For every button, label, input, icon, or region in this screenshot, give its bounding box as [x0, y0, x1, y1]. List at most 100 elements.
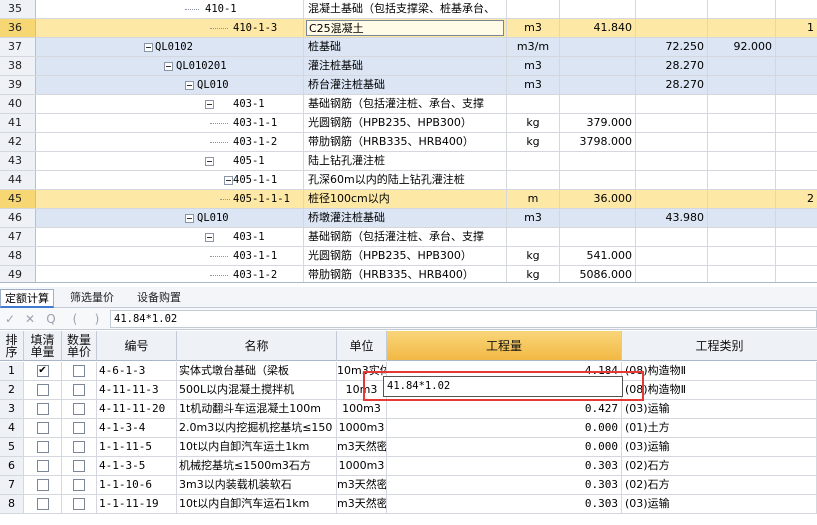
row-number[interactable]: 2 — [0, 381, 24, 399]
row-number[interactable]: 39 — [0, 76, 36, 94]
row-number[interactable]: 3 — [0, 400, 24, 418]
tree-row[interactable]: 40 403-1 基础钢筋（包括灌注桩、承台、支撑 — [0, 95, 817, 114]
item-name-cell[interactable]: 桩径100cm以内 — [304, 190, 507, 208]
fill-list-checkbox-cell[interactable]: ✔ — [24, 362, 62, 380]
row-number[interactable]: 41 — [0, 114, 36, 132]
item-name-cell[interactable]: 带肋钢筋（HRB335、HRB400） — [304, 266, 507, 282]
item-value-3[interactable] — [776, 0, 817, 18]
quota-row[interactable]: 8 1-1-11-19 10t以内自卸汽车运石1km m3天然密 0.303 (03)运输 — [0, 495, 817, 514]
item-name-cell[interactable]: 灌注桩基础 — [304, 57, 507, 75]
fill-list-checkbox[interactable] — [36, 422, 49, 434]
tree-row[interactable]: 43 405-1 陆上钻孔灌注桩 — [0, 152, 817, 171]
item-unit[interactable]: kg — [507, 114, 560, 132]
quota-code[interactable]: 4-11-11-3 — [97, 381, 177, 399]
item-value-2[interactable] — [708, 95, 776, 113]
item-code-cell[interactable]: QL010 — [36, 209, 304, 227]
cancel-icon[interactable]: ✕ — [22, 311, 38, 327]
item-name-cell[interactable]: 光圆钢筋（HPB235、HPB300） — [304, 114, 507, 132]
quota-code[interactable]: 1-1-11-19 — [97, 495, 177, 513]
item-value-1[interactable] — [636, 133, 708, 151]
row-number[interactable]: 46 — [0, 209, 36, 227]
fill-list-checkbox[interactable] — [36, 498, 49, 510]
header-fill-list-qty[interactable]: 填清单量 — [24, 331, 62, 361]
item-value-3[interactable] — [776, 247, 817, 265]
item-quantity[interactable] — [560, 0, 636, 18]
tree-row[interactable]: 49 403-1-2 带肋钢筋（HRB335、HRB400） kg 5086.000 — [0, 266, 817, 282]
fill-list-checkbox-cell[interactable] — [24, 476, 62, 494]
item-code-cell[interactable]: 403-1-2 — [36, 133, 304, 151]
tree-row[interactable]: 46 QL010 桥墩灌注桩基础 m3 43.980 — [0, 209, 817, 228]
item-code-cell[interactable]: 403-1-2 — [36, 266, 304, 282]
item-value-1[interactable] — [636, 114, 708, 132]
qty-price-checkbox-cell[interactable] — [62, 419, 97, 437]
item-value-1[interactable] — [636, 19, 708, 37]
tab-filter-price[interactable]: 筛选量价 — [66, 289, 118, 308]
quota-name[interactable]: 10t以内自卸汽车运土1km — [177, 438, 337, 456]
item-code-cell[interactable]: 403-1-1 — [36, 114, 304, 132]
item-name-cell[interactable]: 孔深60m以内的陆上钻孔灌注桩 — [304, 171, 507, 189]
row-number[interactable]: 36 — [0, 19, 36, 37]
item-value-3[interactable] — [776, 266, 817, 282]
item-value-1[interactable]: 43.980 — [636, 209, 708, 227]
item-value-1[interactable] — [636, 0, 708, 18]
row-number[interactable]: 42 — [0, 133, 36, 151]
fill-list-checkbox[interactable] — [36, 441, 49, 453]
item-quantity[interactable]: 379.000 — [560, 114, 636, 132]
item-name-cell[interactable]: 带肋钢筋（HRB335、HRB400） — [304, 133, 507, 151]
item-unit[interactable]: m3/m — [507, 38, 560, 56]
item-quantity[interactable]: 5086.000 — [560, 266, 636, 282]
quota-unit[interactable]: 1000m3 — [337, 457, 387, 475]
row-number[interactable]: 5 — [0, 438, 24, 456]
tree-row[interactable]: 47 403-1 基础钢筋（包括灌注桩、承台、支撑 — [0, 228, 817, 247]
row-number[interactable]: 7 — [0, 476, 24, 494]
qty-price-checkbox-cell[interactable] — [62, 457, 97, 475]
item-value-2[interactable] — [708, 76, 776, 94]
fill-list-checkbox-cell[interactable] — [24, 400, 62, 418]
item-unit[interactable] — [507, 171, 560, 189]
quota-name[interactable]: 1t机动翻斗车运混凝土100m — [177, 400, 337, 418]
item-code-cell[interactable]: QL010 — [36, 76, 304, 94]
qty-price-checkbox[interactable] — [73, 460, 85, 472]
item-code-cell[interactable]: 405-1-1 — [36, 171, 304, 189]
row-number[interactable]: 1 — [0, 362, 24, 380]
row-number[interactable]: 44 — [0, 171, 36, 189]
qty-price-checkbox-cell[interactable] — [62, 362, 97, 380]
quota-unit[interactable]: m3天然密 — [337, 476, 387, 494]
item-name-cell[interactable]: 光圆钢筋（HPB235、HPB300） — [304, 247, 507, 265]
name-cell-editor[interactable]: C25混凝土 — [306, 20, 504, 36]
item-quantity[interactable] — [560, 76, 636, 94]
quota-code[interactable]: 4-6-1-3 — [97, 362, 177, 380]
open-paren-icon[interactable]: ( — [67, 311, 83, 327]
item-code-cell[interactable]: 403-1-1 — [36, 247, 304, 265]
item-value-1[interactable]: 72.250 — [636, 38, 708, 56]
item-value-2[interactable]: 92.000 — [708, 38, 776, 56]
row-number[interactable]: 43 — [0, 152, 36, 170]
item-value-2[interactable] — [708, 19, 776, 37]
row-number[interactable]: 47 — [0, 228, 36, 246]
item-value-3[interactable] — [776, 114, 817, 132]
tree-row[interactable]: 44 405-1-1 孔深60m以内的陆上钻孔灌注桩 — [0, 171, 817, 190]
item-quantity[interactable] — [560, 209, 636, 227]
qty-price-checkbox-cell[interactable] — [62, 438, 97, 456]
item-value-1[interactable]: 28.270 — [636, 76, 708, 94]
item-quantity[interactable] — [560, 152, 636, 170]
quota-work-type[interactable]: (01)土方 — [622, 419, 817, 437]
quota-row[interactable]: 5 1-1-11-5 10t以内自卸汽车运土1km m3天然密 0.000 (03)运输 — [0, 438, 817, 457]
fill-list-checkbox-cell[interactable] — [24, 438, 62, 456]
item-name-cell[interactable]: 基础钢筋（包括灌注桩、承台、支撑 — [304, 228, 507, 246]
item-code-cell[interactable]: 410-1 — [36, 0, 304, 18]
fill-list-checkbox[interactable] — [36, 460, 49, 472]
fill-list-checkbox-cell[interactable] — [24, 457, 62, 475]
qty-price-checkbox[interactable] — [73, 479, 85, 491]
item-quantity[interactable]: 41.840 — [560, 19, 636, 37]
item-unit[interactable]: m3 — [507, 209, 560, 227]
row-number[interactable]: 6 — [0, 457, 24, 475]
quota-quantity[interactable]: 0.303 — [387, 495, 622, 513]
quota-row[interactable]: 7 1-1-10-6 3m3以内装载机装软石 m3天然密 0.303 (02)石方 — [0, 476, 817, 495]
item-unit[interactable] — [507, 228, 560, 246]
item-name-cell[interactable]: 桥墩灌注桩基础 — [304, 209, 507, 227]
item-value-1[interactable] — [636, 190, 708, 208]
item-unit[interactable]: m3 — [507, 19, 560, 37]
quota-name[interactable]: 2.0m3以内挖掘机挖基坑≤150 — [177, 419, 337, 437]
qty-price-checkbox[interactable] — [73, 403, 85, 415]
